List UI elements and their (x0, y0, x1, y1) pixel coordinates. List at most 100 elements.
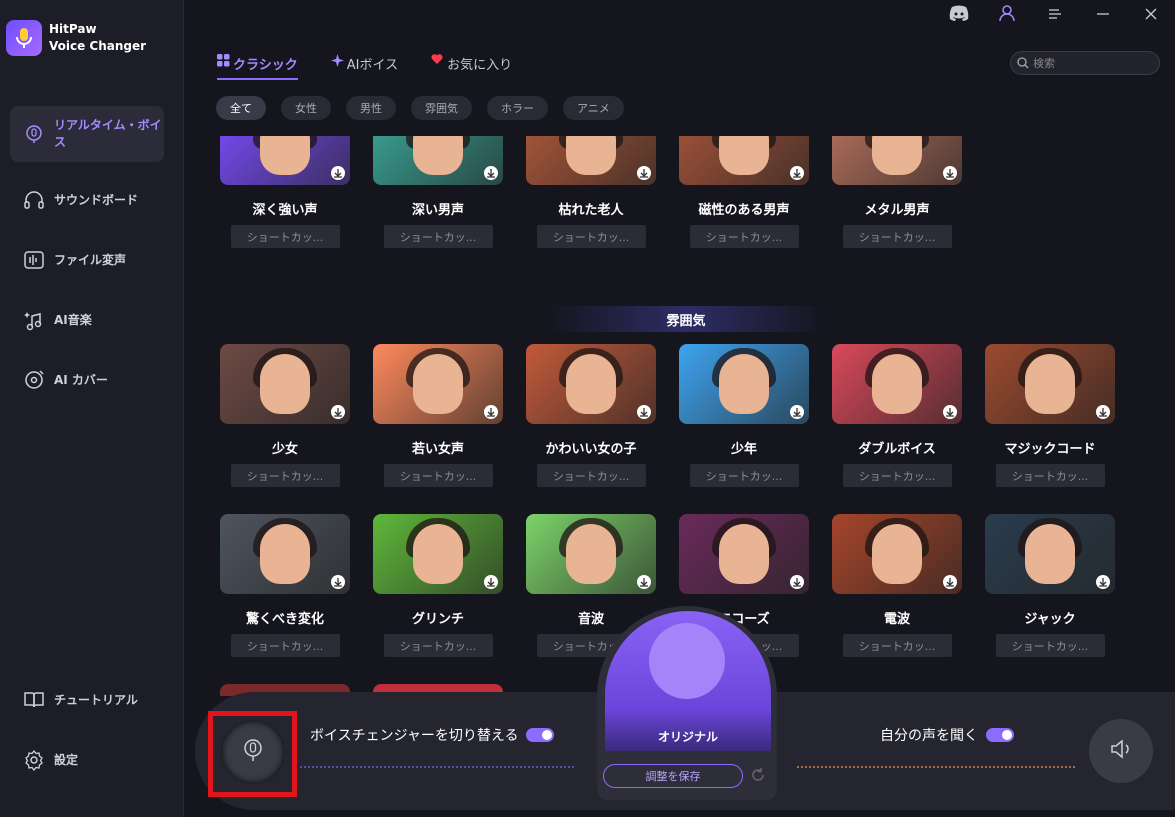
voice-thumbnail (373, 136, 503, 185)
voice-thumbnail (220, 136, 350, 185)
voice-card[interactable]: メタル男声 ショートカッ... (832, 136, 962, 248)
filter-female[interactable]: 女性 (281, 96, 331, 120)
filter-atmosphere[interactable]: 雰囲気 (411, 96, 472, 120)
download-icon[interactable] (943, 405, 957, 419)
voice-card[interactable]: 電波 ショートカッ... (832, 514, 962, 657)
voice-thumbnail (373, 344, 503, 424)
download-icon[interactable] (484, 166, 498, 180)
shortcut-button[interactable]: ショートカッ... (689, 225, 799, 248)
voice-name: 驚くべき変化 (245, 612, 324, 627)
voice-thumbnail (526, 344, 656, 424)
filter-horror[interactable]: ホラー (487, 96, 548, 120)
voice-card[interactable]: 驚くべき変化ショートカッ... (220, 514, 350, 657)
sidebar-item-label: チュートリアル (54, 692, 138, 707)
shortcut-button[interactable]: ショートカッ... (995, 634, 1105, 657)
shortcut-button[interactable]: ショートカッ... (383, 225, 493, 248)
voice-card[interactable]: 枯れた老人 ショートカッ... (526, 136, 656, 248)
voice-name: 磁性のある男声 (698, 203, 790, 218)
download-icon[interactable] (331, 575, 345, 589)
avatar-face (566, 354, 616, 414)
shortcut-button[interactable]: ショートカッ... (383, 634, 493, 657)
avatar-face (719, 354, 769, 414)
voice-card[interactable]: 少年ショートカッ... (679, 344, 809, 487)
shortcut-button[interactable]: ショートカッ... (536, 225, 646, 248)
download-icon[interactable] (331, 166, 345, 180)
voice-card[interactable]: 少女ショートカッ... (220, 344, 350, 487)
shortcut-button[interactable]: ショートカッ... (689, 464, 799, 487)
voice-name: 少女 (271, 442, 298, 457)
book-icon (22, 688, 46, 712)
download-icon[interactable] (637, 166, 651, 180)
sidebar-item-ai-music[interactable]: AI音楽 (10, 292, 164, 348)
download-icon[interactable] (484, 575, 498, 589)
filter-anime[interactable]: アニメ (563, 96, 624, 120)
sidebar-item-soundboard[interactable]: サウンドボード (10, 172, 164, 228)
speaker-button[interactable] (1089, 719, 1153, 783)
sidebar-item-file-voice[interactable]: ファイル変声 (10, 232, 164, 288)
shortcut-button[interactable]: ショートカッ... (842, 225, 952, 248)
app-logo (6, 20, 42, 56)
download-icon[interactable] (943, 166, 957, 180)
tab-ai-voice[interactable]: AIボイス (330, 54, 399, 80)
tab-label: AIボイス (346, 58, 399, 73)
download-icon[interactable] (790, 575, 804, 589)
download-icon[interactable] (943, 575, 957, 589)
voice-card[interactable]: ダブルボイス ショートカッ... (832, 344, 962, 487)
shortcut-button[interactable]: ショートカッ... (842, 464, 952, 487)
filter-male[interactable]: 男性 (346, 96, 396, 120)
shortcut-button[interactable]: ショートカッ... (383, 464, 493, 487)
ai-cover-icon (22, 368, 46, 392)
sidebar-item-label: AI音楽 (54, 312, 92, 327)
sidebar-item-label: サウンドボード (54, 192, 139, 207)
account-button[interactable] (983, 0, 1031, 30)
voice-changer-toggle[interactable] (526, 728, 555, 742)
voice-name: 少年 (730, 442, 757, 457)
voice-thumbnail (832, 344, 962, 424)
shortcut-button[interactable]: ショートカッ... (230, 634, 340, 657)
minimize-button[interactable] (1079, 0, 1127, 30)
tab-classic[interactable]: クラシック (217, 54, 298, 80)
sidebar-item-settings[interactable]: 設定 (10, 732, 164, 788)
shortcut-button[interactable]: ショートカッ... (230, 464, 340, 487)
filter-all[interactable]: 全て (216, 96, 266, 120)
discord-icon (949, 5, 969, 25)
download-icon[interactable] (1096, 405, 1110, 419)
avatar-face (413, 524, 463, 584)
download-icon[interactable] (484, 405, 498, 419)
shortcut-button[interactable]: ショートカッ... (536, 464, 646, 487)
voice-card[interactable]: マジックコードショートカッ... (985, 344, 1115, 487)
voice-card[interactable]: 深く強い声ショートカッ... (220, 136, 350, 248)
download-icon[interactable] (331, 405, 345, 419)
sidebar-item-ai-cover[interactable]: AI カバー (10, 352, 164, 408)
close-button[interactable] (1127, 0, 1175, 30)
menu-button[interactable] (1031, 0, 1079, 30)
download-icon[interactable] (790, 166, 804, 180)
download-icon[interactable] (637, 405, 651, 419)
voice-name: マジックコード (1004, 442, 1096, 457)
shortcut-button[interactable]: ショートカッ... (230, 225, 340, 248)
tab-favorites[interactable]: お気に入り (431, 54, 512, 80)
listen-toggle[interactable] (986, 728, 1014, 742)
download-icon[interactable] (790, 405, 804, 419)
voice-card[interactable]: グリンチ ショートカッ... (373, 514, 503, 657)
voice-card[interactable]: ジャック ショートカッ... (985, 514, 1115, 657)
search-input[interactable] (1033, 56, 1143, 70)
voice-card[interactable]: 若い女声 ショートカッ... (373, 344, 503, 487)
sidebar-item-tutorial[interactable]: チュートリアル (10, 672, 164, 728)
shortcut-button[interactable]: ショートカッ... (995, 464, 1105, 487)
menu-icon (1047, 6, 1063, 25)
highlight-box (208, 711, 297, 797)
refresh-button[interactable] (750, 767, 768, 785)
voice-card[interactable]: 深い男声 ショートカッ... (373, 136, 503, 248)
voice-name: 深く強い声 (252, 203, 318, 218)
shortcut-button[interactable]: ショートカッ... (842, 634, 952, 657)
download-icon[interactable] (1096, 575, 1110, 589)
voice-card[interactable]: かわいい女の子 ショートカッ... (526, 344, 656, 487)
download-icon[interactable] (637, 575, 651, 589)
voice-thumbnail (985, 514, 1115, 594)
sidebar-item-realtime-voice[interactable]: リアルタイム・ボイス (10, 106, 164, 162)
save-settings-button[interactable]: 調整を保存 (603, 764, 743, 788)
app-subname: Voice Changer (49, 39, 147, 53)
voice-card[interactable]: 磁性のある男声ショートカッ... (679, 136, 809, 248)
discord-button[interactable] (935, 0, 983, 30)
